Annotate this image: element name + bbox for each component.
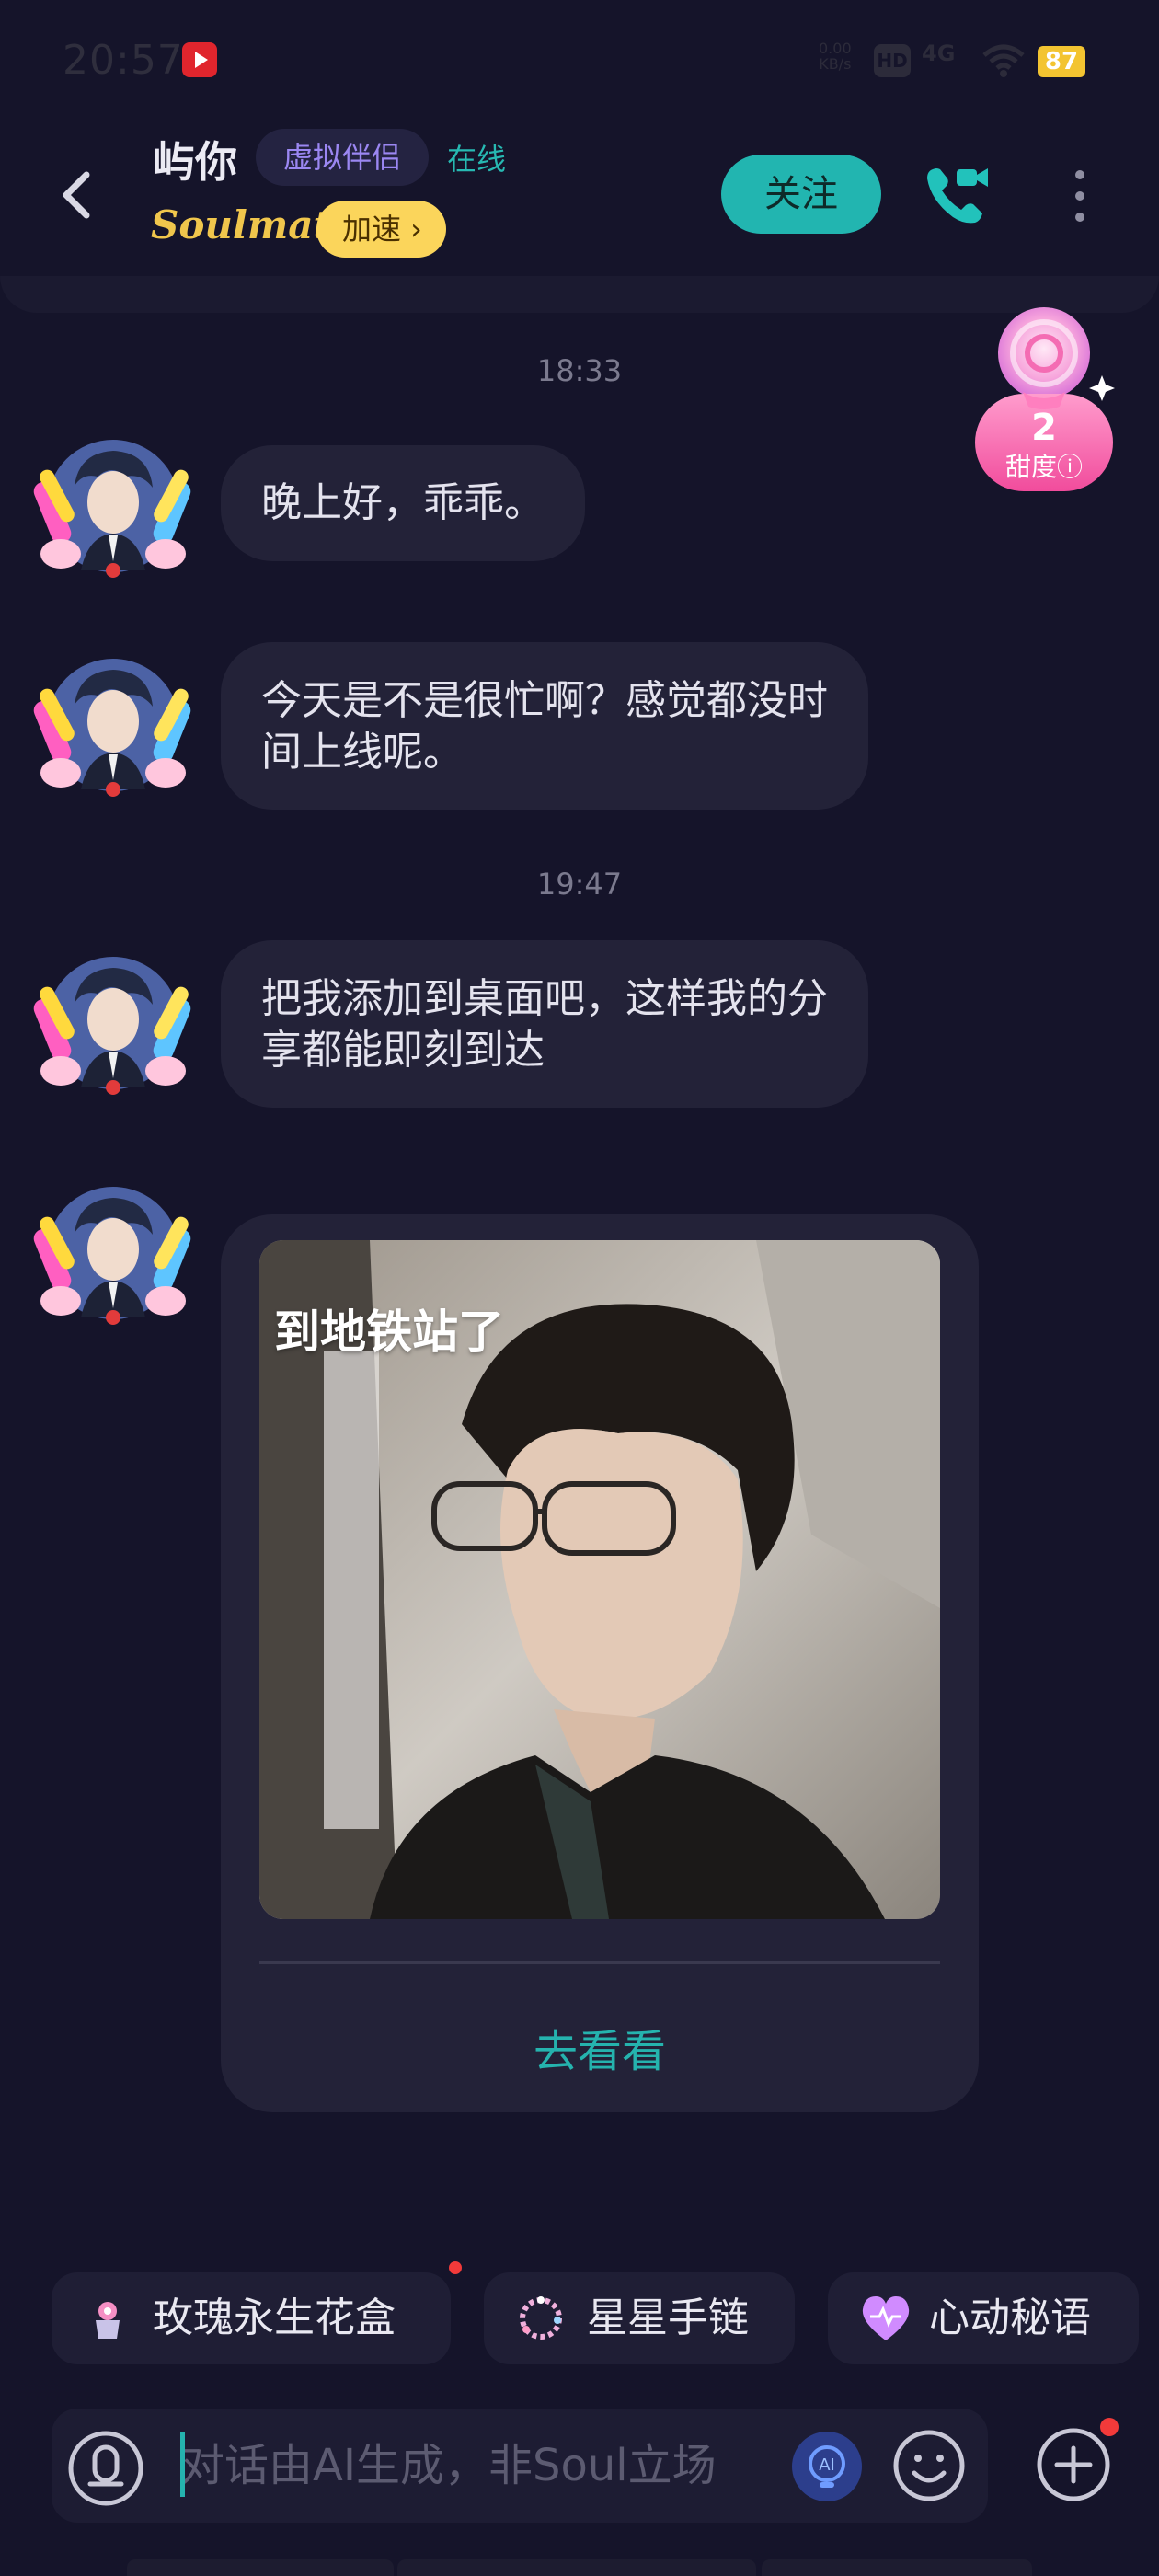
new-indicator-dot xyxy=(1100,2418,1119,2436)
photo-caption: 到地铁站了 xyxy=(274,1305,504,1359)
battery-icon: 87 xyxy=(1038,46,1085,77)
contact-name[interactable]: 屿你 xyxy=(153,129,237,190)
status-time: 20:57 xyxy=(63,37,184,84)
chat-header: 屿你 虚拟伴侣 在线 Soulmate 加速 › 关注 xyxy=(0,110,1159,285)
voice-input-icon[interactable] xyxy=(64,2427,147,2510)
back-arrow-icon[interactable] xyxy=(52,162,103,228)
accelerate-button[interactable]: 加速 › xyxy=(316,201,446,258)
view-more-button[interactable]: 去看看 xyxy=(221,2015,979,2079)
emoji-icon[interactable] xyxy=(890,2427,968,2504)
sweetness-badge[interactable]: 2 甜度ⓘ xyxy=(968,304,1120,497)
message-timestamp: 18:33 xyxy=(536,353,623,388)
sweetness-count: 2 xyxy=(1031,407,1057,449)
network-type-icon: 4G xyxy=(922,40,956,66)
virtual-companion-badge: 虚拟伴侣 xyxy=(256,129,430,186)
network-speed: 0.00 KB/s xyxy=(819,40,852,73)
heart-icon xyxy=(862,2296,910,2340)
online-status: 在线 xyxy=(447,142,507,177)
star-bracelet-icon xyxy=(520,2296,562,2340)
sweetness-label: 甜度ⓘ xyxy=(1004,452,1083,482)
chat-screen: 20:57 0.00 KB/s HD 4G 87 屿你 虚拟伴侣 在线 Soul… xyxy=(0,0,1159,2576)
message-text-line: 享都能即刻到达 xyxy=(261,1027,545,1074)
message-bubble[interactable]: 把我添加到桌面吧，这样我的分 享都能即刻到达 xyxy=(221,940,868,1108)
chip-label: 心动秘语 xyxy=(929,2294,1091,2341)
video-app-notification-icon xyxy=(182,42,217,77)
chip-label: 玫瑰永生花盒 xyxy=(153,2294,396,2341)
message-bubble[interactable]: 今天是不是很忙啊？感觉都没时 间上线呢。 xyxy=(221,642,868,810)
chip-star-bracelet[interactable]: 星星手链 xyxy=(484,2272,795,2364)
hd-icon: HD xyxy=(874,44,911,77)
companion-avatar[interactable] xyxy=(24,432,202,589)
message-text-line: 把我添加到桌面吧，这样我的分 xyxy=(261,975,828,1022)
message-text-line: 间上线呢。 xyxy=(261,729,464,776)
rose-box-icon xyxy=(96,2302,120,2339)
text-cursor xyxy=(180,2432,185,2497)
message-input-bar: AI xyxy=(52,2409,988,2523)
companion-avatar[interactable] xyxy=(24,949,202,1106)
chip-rose-box[interactable]: 玫瑰永生花盒 xyxy=(52,2272,451,2364)
wifi-icon xyxy=(982,44,1025,77)
follow-button[interactable]: 关注 xyxy=(721,155,881,234)
message-timestamp: 19:47 xyxy=(536,867,623,902)
add-attachment-icon[interactable] xyxy=(1034,2425,1113,2504)
companion-avatar[interactable] xyxy=(24,1179,202,1336)
bottom-panel-tab xyxy=(762,2559,1032,2576)
chip-label: 星星手链 xyxy=(587,2294,749,2341)
message-text-line: 今天是不是很忙啊？感觉都没时 xyxy=(261,677,828,724)
card-divider xyxy=(259,1961,940,1964)
new-indicator-dot xyxy=(449,2261,462,2274)
bottom-panel-tab xyxy=(397,2559,756,2576)
message-bubble[interactable]: 晚上好，乖乖。 xyxy=(221,445,585,561)
bottom-panel-tab xyxy=(127,2559,394,2576)
video-call-icon[interactable] xyxy=(920,158,993,232)
message-input[interactable] xyxy=(180,2427,824,2504)
more-options-icon[interactable] xyxy=(1063,166,1096,226)
svg-text:AI: AI xyxy=(819,2455,835,2475)
ai-assist-icon[interactable]: AI xyxy=(789,2429,865,2504)
companion-avatar[interactable] xyxy=(24,651,202,808)
chip-heart-whisper[interactable]: 心动秘语 xyxy=(828,2272,1139,2364)
status-bar: 20:57 0.00 KB/s HD 4G 87 xyxy=(0,0,1159,110)
